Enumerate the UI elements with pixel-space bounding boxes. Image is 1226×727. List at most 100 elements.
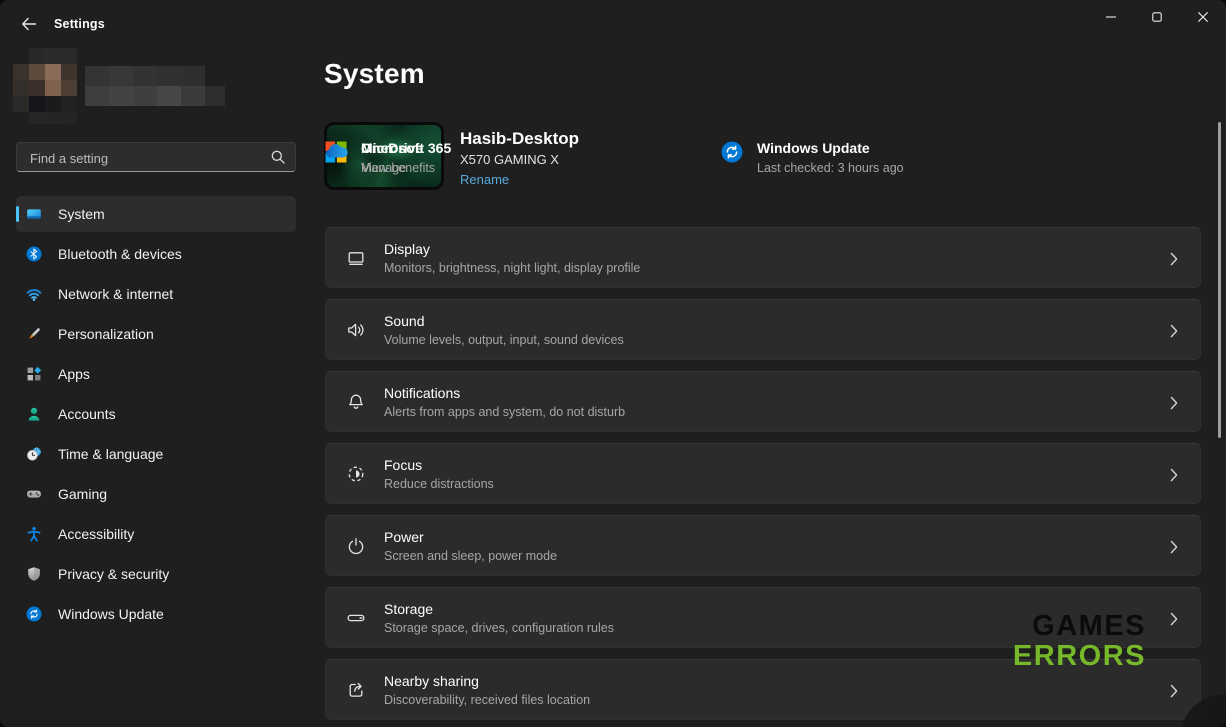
settings-row-icon [346, 608, 366, 628]
quick-link-subtitle: Last checked: 3 hours ago [757, 161, 904, 175]
sidebar-item-windows-update[interactable]: Windows Update [16, 596, 296, 632]
settings-row-icon [346, 248, 366, 268]
device-info: Hasib-Desktop X570 GAMING X Rename [460, 129, 579, 189]
quick-link-icon [324, 140, 348, 164]
sidebar-item-icon [26, 486, 42, 502]
rename-link[interactable]: Rename [460, 172, 509, 187]
settings-row-icon [346, 392, 366, 412]
settings-row-icon [346, 536, 366, 556]
settings-row-subtitle: Monitors, brightness, night light, displ… [384, 261, 640, 275]
quick-link-onedrive[interactable]: OneDrive Manage [324, 140, 423, 175]
sidebar-nav: System Bluetooth & devices Network & int… [16, 196, 296, 636]
chevron-right-icon [1170, 396, 1178, 410]
settings-row-icon [346, 680, 366, 700]
sidebar-item-label: Accessibility [58, 526, 134, 542]
settings-row-title: Sound [384, 313, 624, 329]
sidebar-item-privacy-security[interactable]: Privacy & security [16, 556, 296, 592]
settings-row-storage[interactable]: Storage Storage space, drives, configura… [325, 587, 1201, 648]
sidebar-item-icon [26, 206, 42, 222]
sidebar-item-label: Windows Update [58, 606, 164, 622]
sidebar-item-icon [26, 566, 42, 582]
close-button[interactable] [1180, 0, 1226, 34]
sidebar-item-icon [26, 446, 42, 462]
chevron-right-icon [1170, 468, 1178, 482]
search-icon[interactable] [270, 149, 286, 165]
sidebar-item-personalization[interactable]: Personalization [16, 316, 296, 352]
chevron-right-icon [1170, 324, 1178, 338]
back-arrow-icon [21, 16, 37, 32]
settings-row-subtitle: Reduce distractions [384, 477, 494, 491]
minimize-icon [1106, 12, 1116, 22]
caption-buttons [1088, 0, 1226, 34]
sidebar-item-bluetooth-devices[interactable]: Bluetooth & devices [16, 236, 296, 272]
sidebar-item-gaming[interactable]: Gaming [16, 476, 296, 512]
user-profile-blurred[interactable] [13, 48, 229, 124]
sidebar-item-network-internet[interactable]: Network & internet [16, 276, 296, 312]
settings-row-title: Notifications [384, 385, 625, 401]
close-icon [1198, 12, 1208, 22]
settings-row-subtitle: Volume levels, output, input, sound devi… [384, 333, 624, 347]
sidebar-item-icon [26, 326, 42, 342]
sidebar: System Bluetooth & devices Network & int… [0, 48, 312, 727]
scrollbar[interactable] [1218, 122, 1221, 438]
window-title: Settings [54, 17, 105, 31]
settings-row-focus[interactable]: Focus Reduce distractions [325, 443, 1201, 504]
sidebar-item-accessibility[interactable]: Accessibility [16, 516, 296, 552]
sidebar-item-label: Gaming [58, 486, 107, 502]
sidebar-item-time-language[interactable]: Time & language [16, 436, 296, 472]
settings-row-sound[interactable]: Sound Volume levels, output, input, soun… [325, 299, 1201, 360]
sidebar-item-label: Apps [58, 366, 90, 382]
device-header: Hasib-Desktop X570 GAMING X Rename Micro… [324, 122, 1202, 190]
sidebar-item-label: System [58, 206, 105, 222]
device-name: Hasib-Desktop [460, 129, 579, 149]
sidebar-item-icon [26, 246, 42, 262]
maximize-button[interactable] [1134, 0, 1180, 34]
settings-row-title: Focus [384, 457, 494, 473]
page-title: System [324, 58, 425, 90]
sidebar-item-label: Accounts [58, 406, 116, 422]
settings-row-nearby-sharing[interactable]: Nearby sharing Discoverability, received… [325, 659, 1201, 720]
sidebar-item-icon [26, 366, 42, 382]
settings-row-title: Power [384, 529, 557, 545]
selected-indicator [16, 206, 19, 222]
search-box [16, 142, 296, 172]
back-button[interactable] [10, 9, 48, 39]
sidebar-item-apps[interactable]: Apps [16, 356, 296, 392]
sidebar-item-label: Bluetooth & devices [58, 246, 182, 262]
maximize-icon [1152, 12, 1162, 22]
sidebar-item-icon [26, 606, 42, 622]
settings-row-display[interactable]: Display Monitors, brightness, night ligh… [325, 227, 1201, 288]
settings-row-icon [346, 320, 366, 340]
sidebar-item-icon [26, 406, 42, 422]
settings-row-subtitle: Discoverability, received files location [384, 693, 590, 707]
minimize-button[interactable] [1088, 0, 1134, 34]
sidebar-item-label: Time & language [58, 446, 163, 462]
sidebar-item-label: Network & internet [58, 286, 173, 302]
main-content: System Hasib-Desktop X570 GAMING X Renam… [324, 48, 1226, 727]
settings-row-title: Display [384, 241, 640, 257]
chevron-right-icon [1170, 252, 1178, 266]
quick-link-title: OneDrive [361, 140, 423, 157]
chevron-right-icon [1170, 540, 1178, 554]
titlebar: Settings [0, 0, 1226, 48]
quick-link-icon [720, 140, 744, 164]
sidebar-item-label: Privacy & security [58, 566, 169, 582]
settings-row-subtitle: Screen and sleep, power mode [384, 549, 557, 563]
search-input[interactable] [28, 143, 270, 173]
screen: Settings [0, 0, 1226, 727]
settings-window: Settings [0, 0, 1226, 727]
sidebar-item-label: Personalization [58, 326, 154, 342]
chevron-right-icon [1170, 684, 1178, 698]
sidebar-item-system[interactable]: System [16, 196, 296, 232]
sidebar-item-icon [26, 526, 42, 542]
settings-row-icon [346, 464, 366, 484]
settings-row-subtitle: Alerts from apps and system, do not dist… [384, 405, 625, 419]
quick-link-windows-update[interactable]: Windows Update Last checked: 3 hours ago [720, 140, 904, 175]
settings-row-power[interactable]: Power Screen and sleep, power mode [325, 515, 1201, 576]
settings-row-title: Nearby sharing [384, 673, 590, 689]
settings-list: Display Monitors, brightness, night ligh… [325, 227, 1201, 720]
settings-row-notifications[interactable]: Notifications Alerts from apps and syste… [325, 371, 1201, 432]
sidebar-item-accounts[interactable]: Accounts [16, 396, 296, 432]
settings-row-subtitle: Storage space, drives, configuration rul… [384, 621, 614, 635]
device-model: X570 GAMING X [460, 152, 579, 167]
